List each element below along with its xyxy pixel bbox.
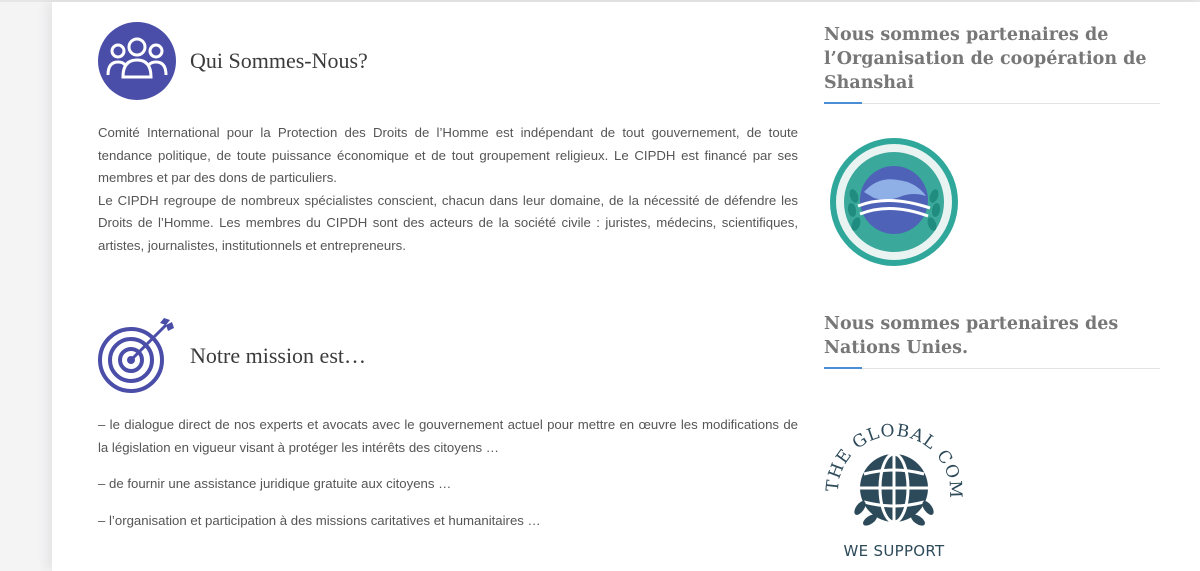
- mission-item: – le dialogue direct de nos experts et a…: [98, 417, 798, 455]
- global-compact-icon[interactable]: THE GLOBAL COMPACT: [816, 389, 964, 564]
- mission-list: – le dialogue direct de nos experts et a…: [98, 414, 798, 546]
- un-partner-title: Nous sommes partenaires des Nations Unie…: [824, 314, 1119, 358]
- mission-title: Notre mission est…: [190, 343, 366, 368]
- people-group-icon: [98, 22, 176, 100]
- sco-emblem-icon[interactable]: [828, 136, 960, 268]
- about-paragraph: Le CIPDH regroupe de nombreux spécialist…: [98, 192, 798, 253]
- widget-divider: [824, 102, 1160, 104]
- widget-divider: [824, 367, 1160, 369]
- mission-item: – l’organisation et participation à des …: [98, 512, 541, 528]
- mission-header: Notre mission est…: [98, 316, 366, 396]
- about-header: Qui Sommes-Nous?: [98, 22, 368, 100]
- page-content: Qui Sommes-Nous? Comité International po…: [52, 2, 1200, 571]
- we-support-caption: WE SUPPORT: [843, 542, 945, 560]
- about-text: Comité International pour la Protection …: [98, 122, 798, 257]
- about-paragraph: Comité International pour la Protection …: [98, 125, 798, 185]
- about-title: Qui Sommes-Nous?: [190, 48, 368, 73]
- sco-partner-title: Nous sommes partenaires de l’Organisatio…: [824, 25, 1147, 93]
- target-arrow-icon: [98, 316, 178, 396]
- mission-item: – de fournir une assistance juridique gr…: [98, 476, 452, 491]
